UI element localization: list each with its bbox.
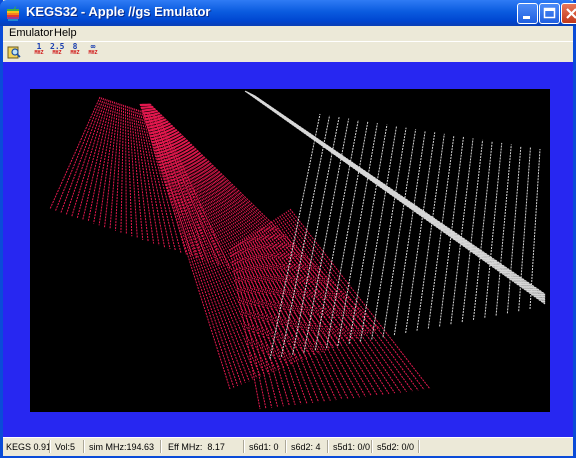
red-line — [149, 103, 381, 330]
window-title: KEGS32 - Apple //gs Emulator — [26, 4, 211, 19]
red-line — [287, 210, 425, 390]
speed-unlimited-button[interactable]: ∞ MHZ — [86, 43, 100, 57]
status-s5d1: s5d1: 0/0 — [333, 442, 371, 452]
white-line — [461, 139, 484, 323]
status-divider — [371, 440, 373, 453]
status-divider — [49, 440, 51, 453]
speed-value: ∞ — [90, 42, 96, 51]
speed-unit: MHZ — [88, 50, 98, 56]
status-s6d2: s6d2: 4 — [291, 442, 321, 452]
disk-search-icon[interactable] — [7, 45, 21, 59]
white-line — [484, 142, 503, 318]
maximize-button[interactable] — [539, 3, 560, 24]
status-s5d2: s5d2: 0/0 — [377, 442, 415, 452]
speed-8mhz-button[interactable]: 8 MHZ — [68, 43, 82, 57]
status-version: KEGS 0.91 — [6, 442, 52, 452]
close-button[interactable] — [561, 3, 576, 24]
red-line — [132, 107, 149, 242]
maximize-icon — [543, 7, 556, 19]
speed-unit: MHZ — [70, 50, 80, 56]
toolbar: 1 MHZ 2.5 MHZ 8 MHZ ∞ MHZ — [3, 41, 573, 63]
red-line — [128, 106, 138, 239]
title-bar[interactable]: KEGS32 - Apple //gs Emulator — [0, 0, 576, 26]
line-art-display — [49, 90, 546, 410]
status-divider — [327, 440, 329, 453]
red-line — [148, 103, 365, 336]
emulator-window: KEGS32 - Apple //gs Emulator Emulator He… — [0, 0, 576, 458]
speed-value: 8 — [72, 42, 78, 51]
red-line — [60, 98, 105, 213]
red-line — [142, 103, 273, 373]
status-divider — [418, 440, 420, 453]
red-line — [144, 103, 300, 362]
speed-value: 1 — [36, 42, 42, 51]
red-line — [146, 103, 335, 348]
red-line — [87, 101, 114, 222]
red-line — [124, 105, 127, 235]
red-line — [252, 233, 325, 402]
white-line — [371, 127, 407, 340]
white-line — [495, 144, 512, 316]
status-sim-mhz: sim MHz:194.63 — [89, 442, 155, 452]
apple-logo-icon — [7, 6, 19, 21]
red-line — [144, 103, 304, 361]
white-line — [348, 124, 388, 344]
speed-2-5mhz-button[interactable]: 2.5 MHZ — [50, 43, 64, 57]
red-line — [71, 99, 108, 217]
status-eff-mhz: Eff MHz: 8.17 — [168, 442, 225, 452]
menu-emulator[interactable]: Emulator — [9, 27, 53, 39]
status-divider — [243, 440, 245, 453]
white-line — [382, 129, 417, 338]
red-line — [98, 102, 117, 226]
white-line — [359, 126, 398, 342]
speed-1mhz-button[interactable]: 1 MHZ — [32, 43, 46, 57]
status-divider — [83, 440, 85, 453]
status-bar: KEGS 0.91 Vol:5 sim MHz:194.63 Eff MHz: … — [3, 437, 573, 456]
status-divider — [160, 440, 162, 453]
red-line — [54, 97, 103, 212]
speed-unit: MHZ — [34, 50, 44, 56]
speed-value: 2.5 — [50, 42, 65, 51]
red-line — [49, 96, 101, 210]
red-line — [82, 100, 112, 221]
red-line — [141, 103, 254, 380]
minimize-button[interactable] — [517, 3, 538, 24]
white-line — [450, 138, 474, 325]
white-line — [472, 141, 493, 320]
menu-bar: Emulator Help — [3, 26, 573, 41]
status-volume: Vol:5 — [55, 442, 76, 452]
minimize-icon — [523, 16, 530, 19]
red-line — [65, 98, 106, 215]
emulator-border — [3, 62, 573, 437]
status-s6d1: s6d1: 0 — [249, 442, 279, 452]
red-line — [126, 106, 133, 237]
menu-help[interactable]: Help — [54, 27, 77, 39]
red-line — [145, 103, 323, 353]
close-icon — [566, 8, 576, 19]
red-line — [146, 103, 327, 351]
speed-unit: MHZ — [52, 50, 62, 56]
red-line — [141, 103, 258, 379]
red-line — [279, 215, 402, 393]
white-line — [529, 148, 541, 310]
emulator-screen[interactable] — [30, 89, 550, 412]
status-divider — [285, 440, 287, 453]
red-line — [144, 103, 308, 359]
